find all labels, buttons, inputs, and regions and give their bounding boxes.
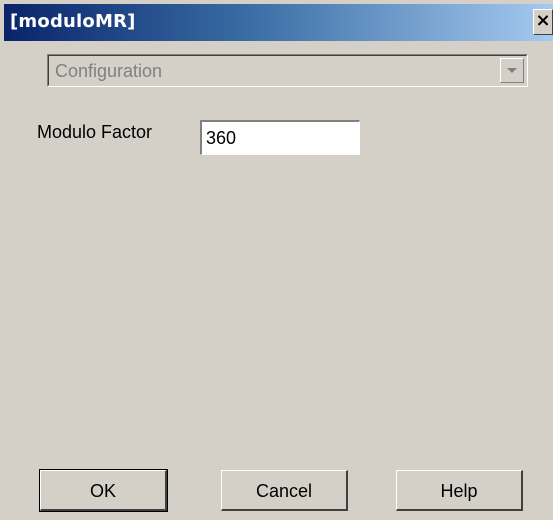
dialog-window: [moduloMR] × Configuration Modulo Factor… bbox=[0, 0, 553, 520]
help-button[interactable]: Help bbox=[396, 470, 523, 511]
configuration-dropdown[interactable]: Configuration bbox=[47, 54, 528, 87]
configuration-dropdown-value: Configuration bbox=[55, 61, 163, 81]
dropdown-arrow-button[interactable] bbox=[500, 58, 524, 83]
close-icon: × bbox=[535, 10, 551, 31]
close-button[interactable]: × bbox=[533, 9, 553, 35]
configuration-dropdown-frame: Configuration bbox=[48, 55, 527, 86]
modulo-factor-input[interactable] bbox=[199, 119, 361, 156]
title-bar[interactable]: [moduloMR] × bbox=[4, 4, 553, 41]
chevron-down-icon bbox=[507, 68, 517, 73]
cancel-button[interactable]: Cancel bbox=[221, 470, 348, 511]
ok-button[interactable]: OK bbox=[39, 469, 168, 512]
modulo-factor-label: Modulo Factor bbox=[37, 122, 153, 142]
window-title: [moduloMR] bbox=[10, 11, 136, 32]
